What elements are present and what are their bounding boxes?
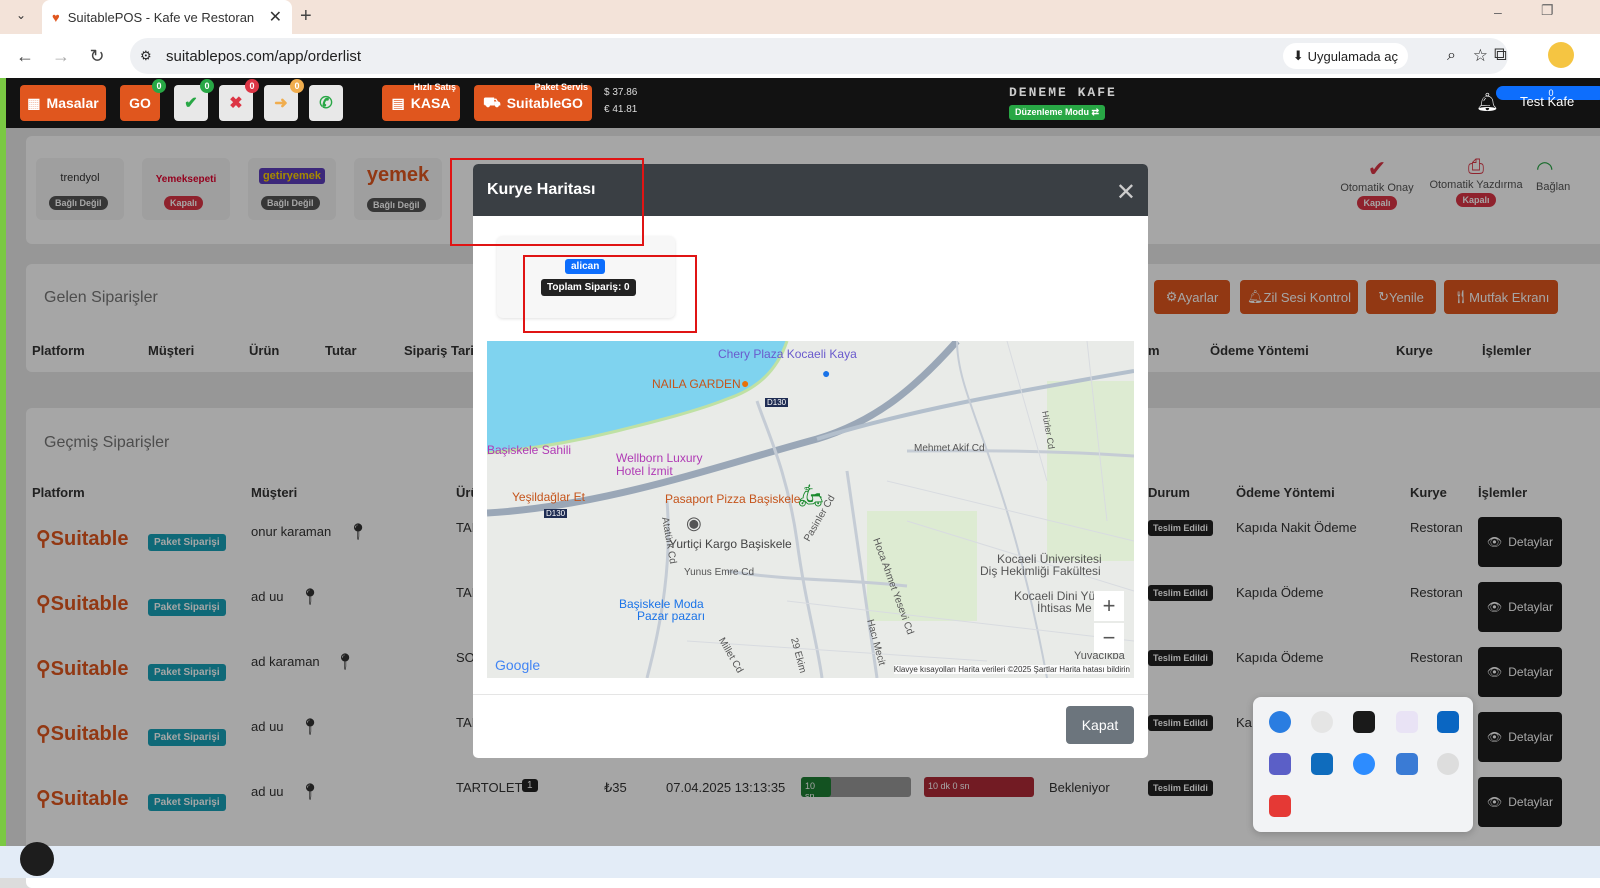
annotation-box-courier: [523, 255, 697, 333]
kasa-label: KASA: [410, 95, 451, 111]
new-tab-icon[interactable]: +: [300, 5, 312, 28]
forwarded-button[interactable]: ➜ 0: [264, 79, 304, 121]
linkedin-icon[interactable]: [1437, 711, 1459, 733]
kasa-button[interactable]: Hızlı Satış ▤ KASA: [382, 82, 460, 121]
site-info-icon[interactable]: ⚙: [140, 48, 152, 64]
map-attribution[interactable]: Klavye kısayolları Harita verileri ©2025…: [893, 665, 1130, 674]
modal-footer: [473, 694, 1148, 695]
reload-icon[interactable]: ↻: [86, 45, 108, 67]
zoom-icon[interactable]: ⌕: [1447, 47, 1456, 65]
app-header: ▦ Masalar GO 0 ✔ 0 ✖ 0 ➜ 0 ✆ Hızlı Satış ▤ KASA…: [6, 78, 1600, 128]
cafe-name: DENEME KAFE: [1009, 85, 1117, 100]
register-icon: ▤: [391, 94, 405, 111]
zoom-out-button[interactable]: −: [1094, 623, 1124, 653]
map-label: Yurtiçi Kargo Başiskele: [669, 537, 792, 551]
map-label: Hotel İzmit: [616, 464, 673, 478]
bookmark-star-icon[interactable]: ☆: [1473, 46, 1488, 66]
pen-icon[interactable]: [1396, 711, 1418, 733]
profile-avatar[interactable]: [1548, 42, 1574, 68]
package-service-label: Paket Servis: [534, 82, 588, 92]
open-in-app-button[interactable]: ⬇ Uygulamada aç: [1282, 43, 1408, 69]
motorbike-icon: ⛟: [483, 93, 501, 110]
back-icon[interactable]: ←: [14, 45, 36, 67]
teams-icon[interactable]: [1269, 753, 1291, 775]
map-label: Yeşildağlar Et: [512, 490, 585, 504]
minimize-icon[interactable]: –: [1494, 4, 1502, 20]
defender-icon[interactable]: [1396, 753, 1418, 775]
forwarded-badge: 0: [290, 79, 304, 93]
url-text: suitablepos.com/app/orderlist: [166, 47, 362, 65]
usd-rate: $ 37.86: [604, 87, 638, 98]
extensions-icon[interactable]: ⧉: [1494, 44, 1507, 65]
edit-fab-icon[interactable]: [20, 842, 54, 876]
outlook-icon[interactable]: [1311, 753, 1333, 775]
courier-map[interactable]: Chery Plaza Kocaeli Kaya ● NAILA GARDEN …: [487, 341, 1134, 678]
suitablego-label: SuitableGO: [506, 95, 583, 111]
map-label: NAILA GARDEN: [652, 377, 741, 391]
tables-label: Masalar: [46, 95, 99, 111]
close-icon[interactable]: ✕: [1116, 178, 1136, 207]
road-shield: D130: [544, 509, 568, 518]
browser-tabstrip: ⌄ ♥ SuitablePOS - Kafe ve Restoran ✕ + –…: [0, 0, 1600, 34]
check-icon: ✔: [184, 95, 198, 112]
suitablego-button[interactable]: Paket Servis ⛟ SuitableGO: [474, 82, 592, 121]
favicon-icon: ♥: [52, 9, 60, 25]
system-tray-popup: [1253, 697, 1473, 832]
address-bar[interactable]: ⚙ suitablepos.com/app/orderlist ⬇ Uygulam…: [130, 38, 1508, 74]
approved-badge: 0: [200, 79, 214, 93]
go-button[interactable]: GO 0: [120, 79, 166, 121]
phone-button[interactable]: ✆: [309, 85, 343, 121]
edit-mode-label: Düzenleme Modu: [1015, 107, 1090, 117]
map-label: İhtisas Me: [1037, 601, 1092, 615]
restore-icon[interactable]: ❐: [1541, 2, 1554, 19]
go-badge: 0: [152, 79, 166, 93]
map-label: Pazar pazarı: [637, 609, 706, 623]
nvidia-icon[interactable]: [1353, 711, 1375, 733]
kargo-pin-icon: ◉: [686, 513, 702, 533]
browser-tab[interactable]: ♥ SuitablePOS - Kafe ve Restoran ✕: [42, 0, 292, 34]
map-canvas: [487, 341, 1134, 678]
x-icon: ✖: [229, 95, 243, 112]
map-label: Diş Hekimliği Fakültesi: [980, 564, 1101, 578]
rejected-button[interactable]: ✖ 0: [219, 79, 259, 121]
google-logo: Google: [495, 657, 541, 673]
map-pin-icon: ●: [822, 365, 831, 381]
taskbar: [0, 842, 1600, 878]
zoom-in-button[interactable]: +: [1094, 591, 1124, 621]
cloud-off-icon[interactable]: [1437, 753, 1459, 775]
address-row: ← → ↻ ⚙ suitablepos.com/app/orderlist ⬇ U…: [0, 34, 1600, 78]
map-label: Pasaport Pizza Başiskele: [665, 492, 801, 506]
close-button[interactable]: Kapat: [1066, 706, 1134, 744]
close-tab-icon[interactable]: ✕: [269, 7, 282, 27]
rejected-badge: 0: [245, 79, 259, 93]
open-in-app-label: Uygulamada aç: [1307, 48, 1398, 64]
grid-icon: ▦: [27, 94, 41, 111]
tables-button[interactable]: ▦ Masalar: [20, 85, 106, 121]
tray-app-icon[interactable]: [1311, 711, 1333, 733]
arrow-right-icon: ➜: [274, 95, 288, 112]
user-name[interactable]: Test Kafe: [1520, 94, 1574, 109]
anydesk-icon[interactable]: [1269, 795, 1291, 817]
map-label: Başiskele Sahili: [487, 443, 572, 457]
map-label: Wellborn Luxury: [616, 451, 703, 465]
restaurant-pin-icon: ●: [741, 375, 750, 391]
courier-map-modal: Kurye Haritası ✕ alican Toplam Sipariş: …: [473, 164, 1148, 758]
phone-icon: ✆: [319, 95, 333, 112]
map-label: Yunus Emre Cd: [684, 567, 755, 578]
approved-button[interactable]: ✔ 0: [174, 79, 214, 121]
forward-icon[interactable]: →: [50, 45, 72, 67]
go-label: GO: [129, 95, 151, 111]
quick-sale-label: Hızlı Satış: [413, 82, 456, 92]
zoom-app-icon[interactable]: [1353, 753, 1375, 775]
edit-mode-badge[interactable]: Düzenleme Modu ⇄: [1009, 105, 1106, 120]
close-button-label: Kapat: [1081, 717, 1119, 733]
map-label: Mehmet Akif Cd: [914, 443, 985, 454]
tab-title: SuitablePOS - Kafe ve Restoran: [67, 9, 255, 25]
road-shield: D130: [765, 398, 789, 407]
annotation-box-title: [450, 158, 644, 246]
eur-rate: € 41.81: [604, 104, 638, 115]
tab-list-icon[interactable]: ⌄: [10, 8, 32, 28]
tray-app-icon[interactable]: [1269, 711, 1291, 733]
map-label: Chery Plaza Kocaeli Kaya: [718, 347, 857, 361]
